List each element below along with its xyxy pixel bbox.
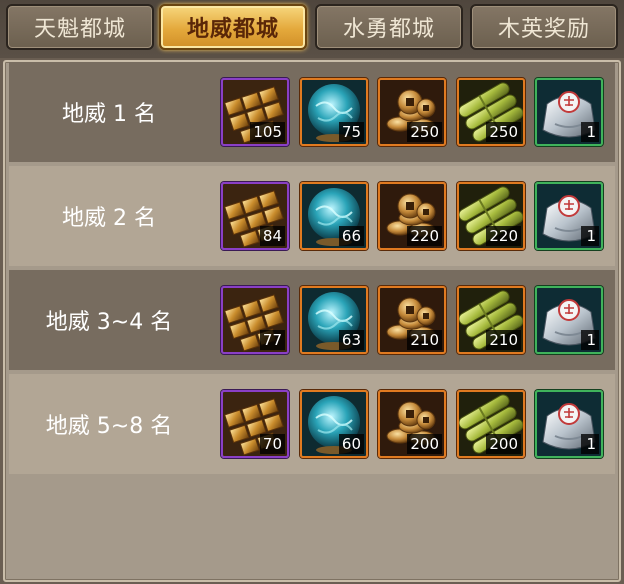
tab-tiankui-city[interactable]: 天魁都城 [6, 4, 154, 50]
item-quantity: 1 [581, 226, 599, 246]
reward-item-slot[interactable]: 250 [457, 78, 525, 146]
item-quantity: 84 [259, 226, 285, 246]
reward-row: 地威 1 名 105 75 250 250 1 [9, 62, 615, 162]
item-quantity: 1 [581, 122, 599, 142]
reward-item-slot[interactable]: 66 [300, 182, 368, 250]
tab-shuiyong-city[interactable]: 水勇都城 [315, 4, 463, 50]
rank-label: 地威 1 名 [62, 102, 156, 127]
reward-item-slot[interactable]: 220 [378, 182, 446, 250]
item-quantity: 220 [486, 226, 521, 246]
item-quantity: 63 [338, 330, 364, 350]
item-quantity: 250 [486, 122, 521, 142]
reward-item-slot[interactable]: 75 [300, 78, 368, 146]
reward-item-slot[interactable]: 84 [221, 182, 289, 250]
reward-item-slot[interactable]: 77 [221, 286, 289, 354]
tab-diwei-city[interactable]: 地威都城 [159, 4, 307, 50]
tab-bar: 天魁都城 地威都城 水勇都城 木英奖励 [0, 0, 624, 58]
item-quantity: 200 [407, 434, 442, 454]
reward-item-slot[interactable]: 200 [457, 390, 525, 458]
reward-item-slot[interactable]: 200 [378, 390, 446, 458]
item-quantity: 1 [581, 330, 599, 350]
rank-label: 地威 3~4 名 [45, 310, 173, 335]
reward-list: 地威 1 名 105 75 250 250 1 地威 2 名 84 66 220 220 1 地威 3~… [3, 60, 621, 582]
item-quantity: 220 [407, 226, 442, 246]
rank-label: 地威 2 名 [62, 206, 156, 231]
reward-item-slot[interactable]: 1 [535, 286, 603, 354]
reward-item-slot[interactable]: 220 [457, 182, 525, 250]
reward-row: 地威 2 名 84 66 220 220 1 [9, 166, 615, 266]
item-quantity: 105 [250, 122, 285, 142]
item-quantity: 60 [338, 434, 364, 454]
item-quantity: 210 [407, 330, 442, 350]
reward-window: 天魁都城 地威都城 水勇都城 木英奖励 地威 1 名 105 75 250 250 1 地威… [0, 0, 624, 584]
reward-item-slot[interactable]: 70 [221, 390, 289, 458]
reward-item-slot[interactable]: 63 [300, 286, 368, 354]
reward-item-slot[interactable]: 1 [535, 182, 603, 250]
item-quantity: 210 [486, 330, 521, 350]
item-quantity: 75 [338, 122, 364, 142]
reward-item-slot[interactable]: 60 [300, 390, 368, 458]
tab-muying-reward[interactable]: 木英奖励 [470, 4, 618, 50]
reward-item-slot[interactable]: 1 [535, 390, 603, 458]
item-quantity: 200 [486, 434, 521, 454]
item-quantity: 250 [407, 122, 442, 142]
reward-row: 地威 3~4 名 77 63 210 210 1 [9, 270, 615, 370]
item-quantity: 70 [259, 434, 285, 454]
item-quantity: 66 [338, 226, 364, 246]
item-quantity: 77 [259, 330, 285, 350]
reward-row: 地威 5~8 名 70 60 200 200 1 [9, 374, 615, 474]
item-quantity: 1 [581, 434, 599, 454]
rank-label: 地威 5~8 名 [45, 414, 173, 439]
reward-item-slot[interactable]: 210 [378, 286, 446, 354]
reward-item-slot[interactable]: 1 [535, 78, 603, 146]
reward-item-slot[interactable]: 210 [457, 286, 525, 354]
reward-item-slot[interactable]: 250 [378, 78, 446, 146]
reward-item-slot[interactable]: 105 [221, 78, 289, 146]
